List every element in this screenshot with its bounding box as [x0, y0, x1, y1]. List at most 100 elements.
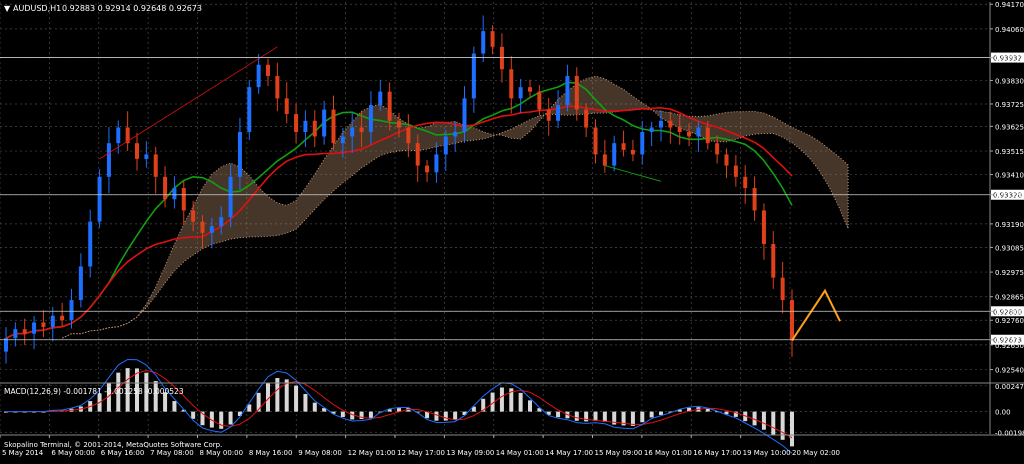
y-tick-label: 0.94060 [995, 26, 1024, 34]
candle-body [266, 64, 270, 76]
x-tick-label: 9 May 08:00 [298, 449, 342, 457]
candle-body [556, 105, 561, 121]
candle-body [312, 120, 317, 137]
candle-body [60, 315, 65, 321]
macd-bar [790, 411, 794, 447]
candle-body [677, 127, 682, 132]
x-tick-label: 8 May 00:00 [200, 449, 244, 457]
y-tick-label: 0.92540 [995, 367, 1024, 375]
candle-body [275, 75, 280, 99]
y-tick-label: 0.93190 [995, 221, 1024, 229]
macd-bar [659, 411, 663, 415]
macd-bar [340, 411, 345, 418]
candle-body [790, 300, 794, 341]
candle-body [135, 143, 139, 159]
x-tick-label: 16 May 01:00 [644, 449, 692, 457]
y-tick-label: 0.92800 [995, 308, 1024, 316]
candle-body [584, 109, 589, 128]
macd-bar [350, 411, 355, 420]
candle-body [303, 120, 308, 132]
candle-body [406, 127, 411, 144]
macd-bar [453, 411, 458, 420]
candle-body [209, 226, 214, 233]
y-tick-label: 0.93625 [995, 123, 1024, 131]
candle-body [471, 53, 476, 99]
macd-y-tick-label: -0.001984 [995, 429, 1024, 437]
symbol-triangle-icon[interactable]: ▼ [4, 4, 11, 13]
y-tick-label: 0.93725 [995, 101, 1024, 109]
candle-body [780, 277, 785, 301]
x-tick-label: 6 May 00:00 [51, 449, 95, 457]
chart-ohlc: 0.92883 0.92914 0.92648 0.92673 [62, 4, 202, 13]
x-tick-label: 12 May 17:00 [397, 449, 445, 457]
macd-y-tick-label: 0.002475 [995, 383, 1024, 391]
candle-body [294, 114, 299, 132]
candle-body [284, 98, 289, 115]
candle-body [13, 329, 18, 339]
candle-body [425, 165, 430, 173]
y-tick-label: 0.93320 [995, 192, 1024, 200]
macd-bar [705, 408, 710, 412]
candle-body [41, 322, 46, 327]
y-tick-label: 0.92650 [995, 342, 1024, 350]
x-tick-label: 6 May 16:00 [101, 449, 145, 457]
candle-body [191, 210, 196, 222]
candle-body [181, 188, 186, 211]
y-tick-label: 0.93410 [995, 172, 1024, 180]
candle-body [331, 109, 336, 144]
candle-body [172, 188, 177, 200]
candle-body [256, 64, 261, 88]
macd-bar [574, 411, 579, 421]
candle-body [144, 154, 149, 159]
chart-symbol: AUDUSD,H1 [13, 4, 61, 13]
candle-body [687, 131, 692, 137]
candle-body [219, 217, 224, 227]
macd-bar [556, 411, 561, 418]
candle-body [771, 244, 776, 278]
y-tick-label: 0.92975 [995, 269, 1024, 277]
candle-body [434, 154, 439, 173]
macd-bar [172, 401, 177, 412]
x-tick-label: 15 May 09:00 [595, 449, 643, 457]
y-tick-label: 0.93932 [995, 55, 1024, 63]
candle-body [640, 131, 645, 155]
macd-bar [761, 411, 766, 430]
macd-label: MACD(12,26,9) -0.001781 -0.001258 -0.000… [4, 387, 184, 396]
candle-body [340, 136, 345, 144]
x-tick-label: 13 May 09:00 [446, 449, 494, 457]
candle-body [153, 154, 158, 177]
y-tick-label: 0.92865 [995, 294, 1024, 302]
candle-body [761, 210, 766, 245]
price-chart[interactable]: 0.939320.933200.928000.92673 0.941700.94… [0, 0, 1024, 462]
candle-body [322, 109, 327, 137]
macd-bar [434, 411, 439, 421]
macd-bar [518, 392, 523, 412]
candle-body [200, 221, 205, 233]
candle-body [163, 176, 168, 200]
candle-body [237, 131, 242, 177]
x-tick-label: 14 May 17:00 [545, 449, 593, 457]
candle-body [88, 221, 93, 267]
candle-body [499, 46, 504, 70]
macd-bar [191, 411, 196, 419]
x-tick-label: 5 May 2014 [2, 449, 44, 457]
candle-body [106, 143, 111, 177]
macd-bar [528, 400, 532, 412]
macd-bar [640, 411, 645, 423]
candle-body [528, 87, 532, 92]
candle-body [743, 176, 748, 189]
macd-bar [593, 411, 598, 421]
x-tick-label: 14 May 01:00 [496, 449, 544, 457]
candle-body [78, 266, 83, 301]
candle-body [32, 322, 37, 334]
x-tick-label: 7 May 08:00 [150, 449, 194, 457]
y-tick-label: 0.94170 [995, 1, 1024, 9]
candle-body [621, 143, 626, 150]
x-tick-label: 8 May 16:00 [249, 449, 293, 457]
candle-body [696, 127, 701, 137]
y-tick-label: 0.93830 [995, 77, 1024, 85]
macd-y-tick-label: 0.00 [995, 409, 1011, 417]
macd-bar [153, 381, 158, 412]
candle-body [4, 338, 8, 352]
macd-bar [649, 411, 654, 418]
